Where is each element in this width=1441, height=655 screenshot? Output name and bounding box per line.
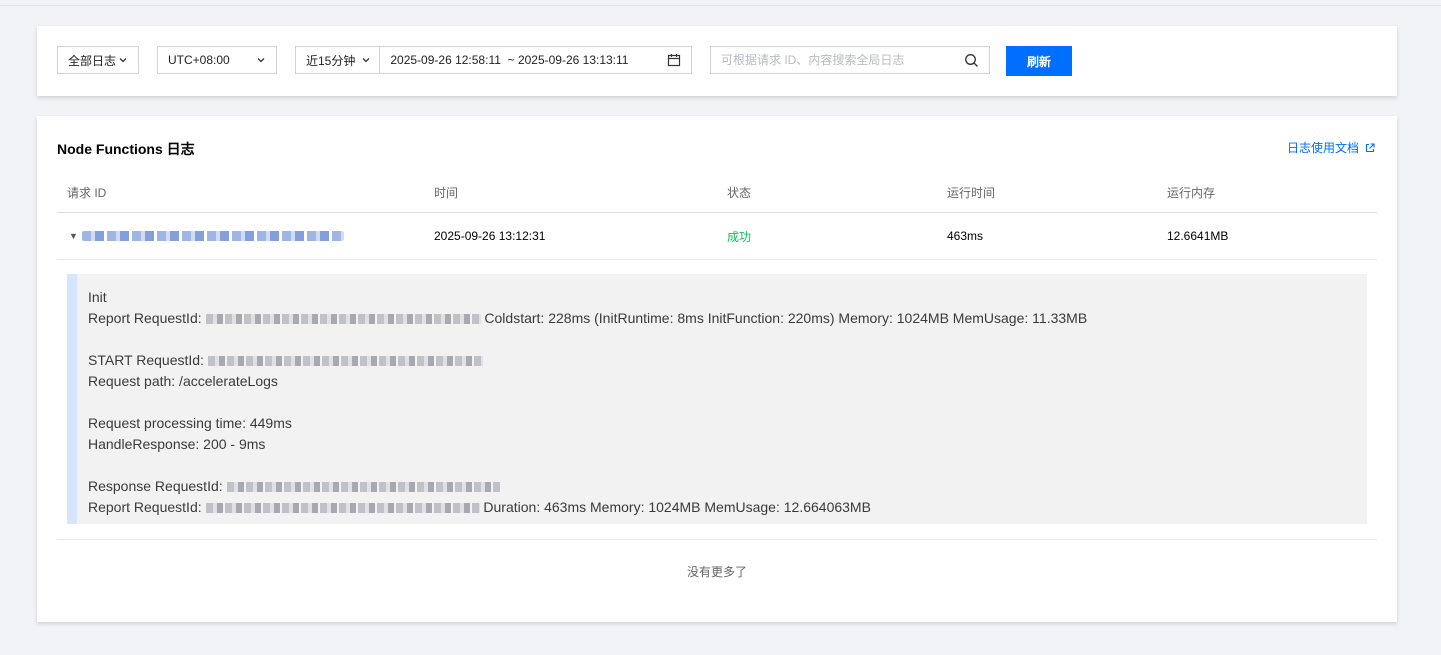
caret-down-icon[interactable]: ▼ <box>69 231 78 241</box>
filter-bar: 全部日志 UTC+08:00 近15分钟 2025-09-26 12:58:11… <box>37 26 1397 96</box>
redacted-request-id <box>207 356 483 367</box>
table-row[interactable]: ▼ 2025-09-26 13:12:31 成功 463ms 12.6641MB <box>57 213 1377 260</box>
no-more-text: 没有更多了 <box>686 565 747 579</box>
log-line-init: Init <box>88 289 107 305</box>
log-line-prefix: Report RequestId: <box>88 310 202 326</box>
log-line-prefix: Report RequestId: <box>88 499 202 515</box>
timezone-select[interactable]: UTC+08:00 <box>157 46 277 74</box>
chevron-down-icon <box>257 58 265 63</box>
quick-range-value: 近15分钟 <box>306 53 356 68</box>
log-line-path: Request path: /accelerateLogs <box>88 373 278 389</box>
panel-title: Node Functions 日志 <box>57 141 195 157</box>
log-line-suffix: Duration: 463ms Memory: 1024MB MemUsage:… <box>483 499 871 515</box>
log-line-start: START RequestId: <box>88 350 1367 371</box>
duration-cell: 463ms <box>947 229 984 243</box>
log-line-report-final: Report RequestId: Duration: 463ms Memory… <box>88 497 1367 518</box>
search-icon[interactable] <box>964 53 979 68</box>
column-header-duration: 运行时间 <box>947 185 996 200</box>
column-header-status: 状态 <box>727 185 752 200</box>
range-separator: ~ <box>507 53 515 67</box>
date-range-text: 2025-09-26 12:58:11 ~ 2025-09-26 13:13:1… <box>390 53 628 67</box>
end-time: 2025-09-26 13:13:11 <box>517 53 629 67</box>
request-id-cell: ▼ <box>69 213 344 259</box>
top-divider <box>0 5 1441 6</box>
table-divider <box>57 539 1377 540</box>
log-line-suffix: Coldstart: 228ms (InitRuntime: 8ms InitF… <box>484 310 1088 326</box>
redacted-request-id <box>81 231 344 241</box>
log-line-prefix: Response RequestId: <box>88 478 223 494</box>
chevron-down-icon <box>119 58 127 63</box>
time-range-picker: 近15分钟 2025-09-26 12:58:11 ~ 2025-09-26 1… <box>295 46 692 74</box>
redacted-request-id <box>205 503 480 514</box>
search-input[interactable] <box>721 53 951 67</box>
log-search-box <box>710 46 990 74</box>
memory-cell: 12.6641MB <box>1167 229 1229 243</box>
refresh-button[interactable]: 刷新 <box>1006 46 1072 76</box>
log-line-handle: HandleResponse: 200 - 9ms <box>88 436 266 452</box>
column-header-memory: 运行内存 <box>1167 185 1216 200</box>
log-line-report-init: Report RequestId: Coldstart: 228ms (Init… <box>88 308 1367 329</box>
column-header-time: 时间 <box>434 185 459 200</box>
redacted-request-id <box>205 314 481 325</box>
log-docs-link-label: 日志使用文档 <box>1286 141 1359 155</box>
log-type-value: 全部日志 <box>68 53 117 68</box>
log-panel: Node Functions 日志 日志使用文档 请求 ID 时间 状态 运行时… <box>37 116 1397 622</box>
timezone-value: UTC+08:00 <box>168 53 230 67</box>
column-header-request-id: 请求 ID <box>67 185 107 200</box>
quick-range-select[interactable]: 近15分钟 <box>296 47 381 73</box>
log-line-prefix: START RequestId: <box>88 352 204 368</box>
table-header: 请求 ID 时间 状态 运行时间 运行内存 <box>57 172 1377 213</box>
start-time: 2025-09-26 12:58:11 <box>390 53 501 67</box>
log-type-select[interactable]: 全部日志 <box>57 46 139 74</box>
calendar-icon[interactable] <box>667 53 681 67</box>
log-docs-link[interactable]: 日志使用文档 <box>1287 139 1375 156</box>
log-line-processing: Request processing time: 449ms <box>88 415 292 431</box>
date-range-input[interactable]: 2025-09-26 12:58:11 ~ 2025-09-26 13:13:1… <box>380 53 691 67</box>
redacted-request-id <box>226 482 500 493</box>
external-link-icon <box>1365 142 1375 152</box>
log-line-response: Response RequestId: <box>88 476 1367 497</box>
status-cell: 成功 <box>727 229 752 244</box>
time-cell: 2025-09-26 13:12:31 <box>434 229 546 243</box>
chevron-down-icon <box>362 58 370 63</box>
log-detail: Init Report RequestId: Coldstart: 228ms … <box>67 274 1367 524</box>
